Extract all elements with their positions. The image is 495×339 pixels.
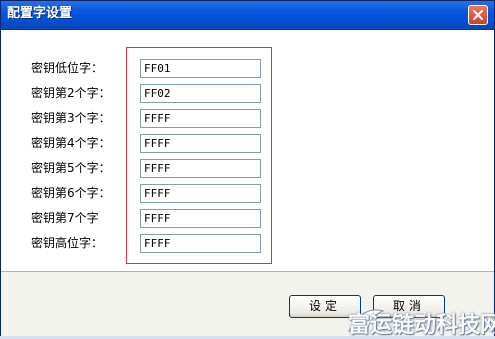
label-key-2: 密钥第2个字： [31,86,111,100]
field-key-2[interactable]: FF02 [140,84,261,103]
label-key-6: 密钥第6个字： [31,186,111,200]
config-dialog: 配置字设置 密钥低位字： FF01 密钥第2个字： FF02 密钥第3个字： F… [0,0,495,338]
watermark-text: 富运链动科技网 [348,313,495,338]
field-key-3[interactable]: FFFF [140,109,261,128]
field-key-4[interactable]: FFFF [140,134,261,153]
field-key-low[interactable]: FF01 [140,59,261,78]
field-key-7[interactable]: FFFF [140,209,261,228]
label-key-low: 密钥低位字： [31,61,104,75]
field-key-high[interactable]: FFFF [140,234,261,253]
label-key-high: 密钥高位字： [31,236,104,250]
label-key-3: 密钥第3个字： [31,111,111,125]
label-key-5: 密钥第5个字： [31,161,111,175]
close-icon [473,10,483,20]
close-button[interactable] [468,5,488,25]
label-key-4: 密钥第4个字： [31,136,111,150]
fields-highlight-box [126,47,272,264]
window-title: 配置字设置 [7,6,73,21]
title-bar[interactable]: 配置字设置 [1,1,494,30]
field-key-5[interactable]: FFFF [140,159,261,178]
label-key-7: 密钥第7个字 [31,211,99,225]
field-key-6[interactable]: FFFF [140,184,261,203]
